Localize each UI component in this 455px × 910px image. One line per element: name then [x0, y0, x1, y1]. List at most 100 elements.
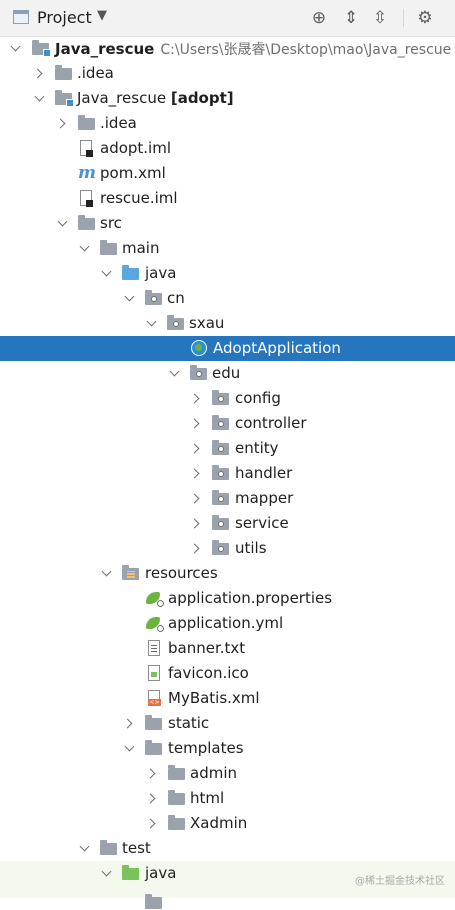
tree-label: templates: [168, 739, 244, 757]
tree-row-java-rescue-adopt[interactable]: Java_rescue [adopt]: [0, 86, 455, 111]
tree-row-admin[interactable]: admin: [0, 761, 455, 786]
tree-label: resources: [145, 564, 218, 582]
xml-file-icon: [146, 690, 164, 706]
chevron-right-icon[interactable]: [190, 442, 202, 454]
tree-label: MyBatis.xml: [168, 689, 260, 707]
package-icon: [145, 894, 163, 910]
gear-icon[interactable]: ⚙: [414, 7, 436, 29]
package-icon: [212, 415, 230, 431]
chevron-down-icon[interactable]: [78, 242, 90, 254]
package-icon: [212, 515, 230, 531]
tree-row-package-mapper[interactable]: mapper: [0, 486, 455, 511]
tree-row-banner-txt[interactable]: banner.txt: [0, 636, 455, 661]
chevron-right-icon[interactable]: [146, 767, 158, 779]
folder-icon: [55, 65, 73, 81]
tree-row-idea[interactable]: .idea: [0, 111, 455, 136]
tree-label: service: [235, 514, 289, 532]
locate-crosshair-icon[interactable]: ⊕: [308, 7, 330, 29]
chevron-down-icon[interactable]: [78, 842, 90, 854]
tree-row-pom-xml[interactable]: m pom.xml: [0, 161, 455, 186]
folder-icon: [100, 240, 118, 256]
tree-row-rescue-iml[interactable]: rescue.iml: [0, 186, 455, 211]
tree-row-adopt-application[interactable]: AdoptApplication: [0, 336, 455, 361]
tree-label: main: [122, 239, 160, 257]
tree-label: pom.xml: [100, 164, 166, 182]
tree-row-mybatis-xml[interactable]: MyBatis.xml: [0, 686, 455, 711]
tree-row-adopt-iml[interactable]: adopt.iml: [0, 136, 455, 161]
tree-row-package-config[interactable]: config: [0, 386, 455, 411]
chevron-right-icon[interactable]: [33, 67, 45, 79]
tree-row-main[interactable]: main: [0, 236, 455, 261]
tree-label: favicon.ico: [168, 664, 249, 682]
tree-row-package-cn[interactable]: cn: [0, 286, 455, 311]
iml-file-icon: [78, 140, 96, 157]
chevron-down-icon[interactable]: [123, 292, 135, 304]
triangle-down-icon[interactable]: ▼: [97, 8, 107, 23]
chevron-right-icon[interactable]: [190, 492, 202, 504]
tree-row-application-yml[interactable]: application.yml: [0, 611, 455, 636]
chevron-down-icon[interactable]: [123, 742, 135, 754]
module-suffix: [adopt]: [170, 89, 234, 107]
resources-folder-icon: [122, 565, 140, 581]
tree-label: src: [100, 214, 122, 232]
package-icon: [212, 390, 230, 406]
expand-all-icon[interactable]: ⇕: [340, 7, 362, 29]
tree-label: adopt.iml: [100, 139, 172, 157]
chevron-down-icon[interactable]: [56, 217, 68, 229]
chevron-down-icon[interactable]: [100, 867, 112, 879]
chevron-right-icon[interactable]: [190, 467, 202, 479]
collapse-all-icon[interactable]: ⇳: [369, 7, 391, 29]
chevron-down-icon[interactable]: [168, 367, 180, 379]
module-folder-icon: [32, 40, 51, 57]
tree-row-package-edu[interactable]: edu: [0, 361, 455, 386]
chevron-right-icon[interactable]: [123, 717, 135, 729]
chevron-right-icon[interactable]: [146, 817, 158, 829]
tree-label: application.properties: [168, 589, 333, 607]
project-view-selector[interactable]: Project: [37, 8, 92, 27]
chevron-down-icon[interactable]: [100, 267, 112, 279]
chevron-down-icon[interactable]: [33, 92, 45, 104]
tree-row-resources[interactable]: resources: [0, 561, 455, 586]
maven-icon: m: [78, 163, 96, 183]
tree-row-package-controller[interactable]: controller: [0, 411, 455, 436]
tree-row-package-service[interactable]: service: [0, 511, 455, 536]
tree-row-application-properties[interactable]: application.properties: [0, 586, 455, 611]
tree-label: .idea: [100, 114, 137, 132]
tree-row-favicon-ico[interactable]: favicon.ico: [0, 661, 455, 686]
tree-label: cn: [167, 289, 185, 307]
chevron-right-icon[interactable]: [146, 792, 158, 804]
chevron-down-icon[interactable]: [100, 567, 112, 579]
folder-icon: [168, 815, 186, 831]
tree-row-static[interactable]: static: [0, 711, 455, 736]
source-folder-icon: [122, 265, 140, 281]
tree-row-package-sxau[interactable]: sxau: [0, 311, 455, 336]
tree-label: handler: [235, 464, 293, 482]
chevron-right-icon[interactable]: [190, 542, 202, 554]
tree-row-html[interactable]: html: [0, 786, 455, 811]
text-file-icon: [146, 640, 164, 656]
tree-row-package-handler[interactable]: handler: [0, 461, 455, 486]
tree-label: application.yml: [168, 614, 284, 632]
chevron-down-icon[interactable]: [9, 42, 21, 54]
chevron-right-icon[interactable]: [56, 117, 68, 129]
tree-row-idea[interactable]: .idea: [0, 61, 455, 86]
chevron-right-icon[interactable]: [190, 392, 202, 404]
chevron-right-icon[interactable]: [190, 417, 202, 429]
tree-label: banner.txt: [168, 639, 246, 657]
chevron-down-icon[interactable]: [145, 317, 157, 329]
tree-row-package-utils[interactable]: utils: [0, 536, 455, 561]
tree-label: Xadmin: [190, 814, 248, 832]
tree-row-xadmin[interactable]: Xadmin: [0, 811, 455, 836]
chevron-right-icon[interactable]: [190, 517, 202, 529]
watermark: @稀土掘金技术社区: [355, 876, 445, 887]
tree-row-src[interactable]: src: [0, 211, 455, 236]
tree-row-test[interactable]: test: [0, 836, 455, 861]
tree-row-templates[interactable]: templates: [0, 736, 455, 761]
tree-label: controller: [235, 414, 307, 432]
folder-icon: [168, 790, 186, 806]
tree-row-java-rescue-root[interactable]: Java_rescue C:\Users\张晟睿\Desktop\mao\Java…: [0, 36, 455, 61]
tree-row-java-source[interactable]: java: [0, 261, 455, 286]
tree-label: utils: [235, 539, 267, 557]
package-icon: [212, 540, 230, 556]
tree-row-package-entity[interactable]: entity: [0, 436, 455, 461]
